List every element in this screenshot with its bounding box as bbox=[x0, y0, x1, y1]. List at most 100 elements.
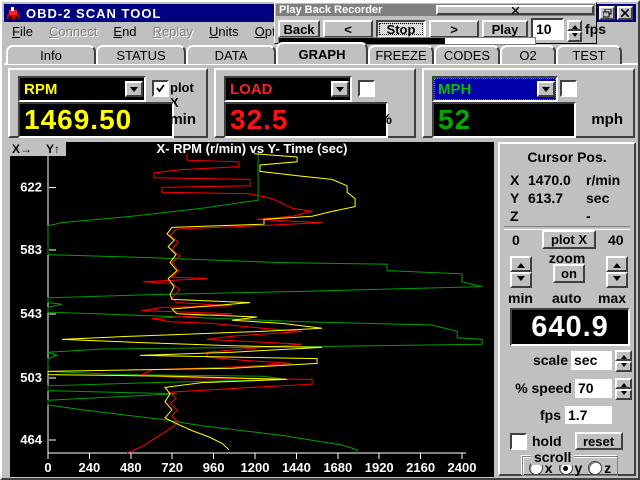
y-tick-label: 503 bbox=[20, 370, 42, 385]
x-axis-hint: X→ bbox=[12, 142, 32, 156]
tab-test[interactable]: TEST bbox=[556, 45, 622, 64]
scale-up-arrow[interactable] bbox=[615, 350, 632, 361]
dropdown-arrow-icon[interactable] bbox=[537, 81, 555, 97]
x-range-min: 0 bbox=[512, 232, 520, 248]
rpm-parameter-combo[interactable]: RPM bbox=[18, 76, 146, 102]
max-label: max bbox=[598, 290, 626, 306]
load-parameter-combo[interactable]: LOAD bbox=[224, 76, 352, 102]
time-max-value: 640.9 bbox=[531, 311, 609, 344]
load-value-display: 32.5 bbox=[224, 102, 388, 138]
xy-plot[interactable]: 6225835435034640240480720960120014401680… bbox=[10, 142, 494, 477]
y-tick-label: 622 bbox=[20, 179, 42, 194]
down-arrow-icon bbox=[621, 363, 627, 370]
trace-rpm bbox=[48, 154, 355, 450]
up-arrow-icon bbox=[517, 259, 525, 268]
menu-units[interactable]: Units bbox=[201, 22, 247, 41]
menu-replay: Replay bbox=[145, 22, 201, 41]
scale-field[interactable]: sec bbox=[571, 351, 612, 370]
tab-o2[interactable]: O2 bbox=[500, 45, 556, 64]
close-icon bbox=[621, 9, 629, 17]
load-combo-value: LOAD bbox=[226, 81, 331, 98]
fps-spinner[interactable] bbox=[567, 20, 582, 38]
scale-down-arrow[interactable] bbox=[615, 361, 632, 372]
scroll-group: scroll xyz bbox=[522, 456, 618, 476]
close-icon bbox=[512, 7, 519, 14]
speed-field[interactable]: 70 bbox=[575, 379, 612, 398]
speed-up-arrow[interactable] bbox=[615, 378, 632, 389]
window-title: OBD-2 SCAN TOOL bbox=[26, 6, 161, 21]
dropdown-arrow-icon[interactable] bbox=[125, 81, 143, 97]
up-arrow-icon bbox=[572, 22, 578, 29]
scroll-radio-z[interactable] bbox=[588, 461, 602, 475]
tab-graph[interactable]: GRAPH bbox=[276, 42, 368, 64]
scale-spinner[interactable] bbox=[615, 350, 632, 370]
step-forward-button[interactable]: > bbox=[429, 20, 479, 38]
rpm-value: 1469.50 bbox=[20, 104, 132, 136]
auto-label: auto bbox=[552, 290, 582, 306]
x-tick-label: 1440 bbox=[282, 460, 311, 475]
load-unit-label: % bbox=[379, 111, 392, 128]
cursor-y-row: Y 613.7 sec bbox=[510, 190, 630, 206]
cursor-z-unit: - bbox=[586, 208, 630, 224]
x-tick-label: 1200 bbox=[241, 460, 270, 475]
down-arrow-icon bbox=[572, 33, 578, 40]
play-button[interactable]: Play bbox=[482, 20, 528, 38]
app-icon bbox=[6, 6, 22, 20]
cursor-z-value bbox=[528, 208, 586, 224]
step-back-button[interactable]: < bbox=[323, 20, 373, 38]
rpm-plot-checkbox[interactable] bbox=[152, 80, 169, 97]
tab-status[interactable]: STATUS bbox=[96, 45, 186, 64]
menu-end[interactable]: End bbox=[105, 22, 144, 41]
stop-button[interactable]: Stop bbox=[376, 20, 426, 38]
min-down-arrow[interactable] bbox=[510, 272, 532, 288]
max-spinner[interactable] bbox=[606, 256, 628, 288]
mph-plot-checkbox[interactable] bbox=[560, 80, 577, 97]
rpm-combo-value: RPM bbox=[20, 81, 125, 98]
cursor-x-row: X 1470.0 r/min bbox=[510, 172, 630, 188]
rpm-value-display: 1469.50 bbox=[18, 102, 174, 138]
cursor-z-row: Z - bbox=[510, 208, 630, 224]
gauge-panel-mph: MPH52mph bbox=[422, 68, 635, 138]
scroll-radio-label-y: y bbox=[575, 460, 583, 476]
tab-codes[interactable]: CODES bbox=[434, 45, 500, 64]
min-up-arrow[interactable] bbox=[510, 256, 532, 272]
fps-down-arrow[interactable] bbox=[567, 31, 582, 42]
speed-spinner[interactable] bbox=[615, 378, 632, 398]
scroll-label: scroll bbox=[531, 449, 574, 465]
graph-title: X- RPM (r/min) vs Y- Time (sec) bbox=[157, 142, 348, 156]
fps-row: fps 1.7 bbox=[500, 406, 638, 424]
plot-x-checkbox-label: plot X bbox=[170, 80, 206, 110]
y-tick-label: 464 bbox=[20, 432, 42, 447]
load-plot-checkbox[interactable] bbox=[358, 80, 375, 97]
tab-freeze[interactable]: FREEZE bbox=[368, 45, 434, 64]
x-tick-label: 960 bbox=[203, 460, 225, 475]
close-button[interactable] bbox=[617, 6, 633, 20]
back-button[interactable]: Back bbox=[278, 20, 320, 38]
max-up-arrow[interactable] bbox=[606, 256, 628, 272]
hold-checkbox[interactable] bbox=[510, 433, 527, 450]
plot-x-button[interactable]: plot X bbox=[542, 230, 596, 249]
mph-parameter-combo[interactable]: MPH bbox=[432, 76, 558, 102]
tab-info[interactable]: Info bbox=[6, 45, 96, 64]
dropdown-arrow-icon[interactable] bbox=[331, 81, 349, 97]
scale-row: scale sec bbox=[500, 350, 638, 370]
speed-down-arrow[interactable] bbox=[615, 389, 632, 400]
zoom-on-button[interactable]: on bbox=[553, 264, 585, 283]
fps-up-arrow[interactable] bbox=[567, 20, 582, 31]
cursor-z-label: Z bbox=[510, 208, 528, 224]
playback-title-bar[interactable]: Play Back Recorder bbox=[276, 4, 595, 16]
x-range-max: 40 bbox=[608, 232, 624, 248]
restore-icon bbox=[603, 9, 612, 18]
menu-file[interactable]: File bbox=[4, 22, 41, 41]
reset-button[interactable]: reset bbox=[575, 432, 623, 450]
min-spinner[interactable] bbox=[510, 256, 532, 288]
y-tick-label: 543 bbox=[20, 306, 42, 321]
playback-title: Play Back Recorder bbox=[279, 4, 433, 16]
max-down-arrow[interactable] bbox=[606, 272, 628, 288]
graph-area[interactable]: 6225835435034640240480720960120014401680… bbox=[10, 142, 494, 477]
min-label: min bbox=[508, 290, 533, 306]
gauge-panel-rpm: RPMplot X1469.50r/min bbox=[8, 68, 208, 138]
tab-data[interactable]: DATA bbox=[186, 45, 276, 64]
x-tick-label: 720 bbox=[161, 460, 183, 475]
playback-close-button[interactable] bbox=[436, 5, 594, 15]
